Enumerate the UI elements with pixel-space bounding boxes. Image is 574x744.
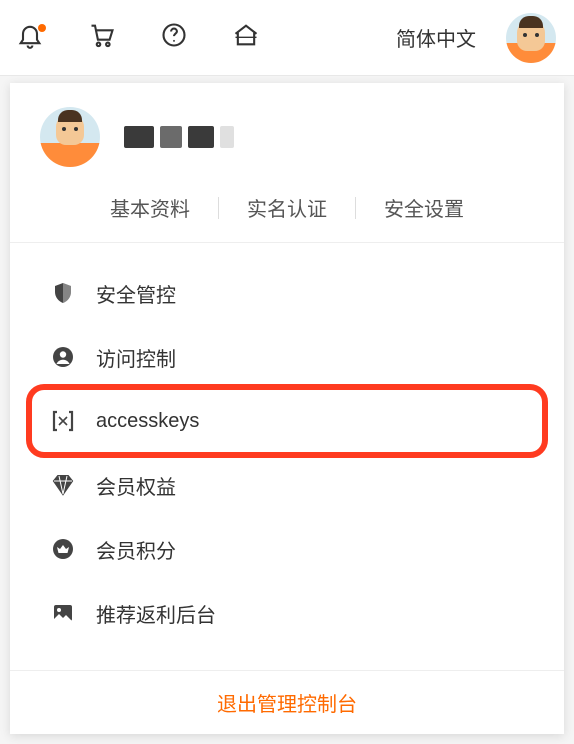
tab-security-settings[interactable]: 安全设置	[356, 193, 492, 222]
menu-item-security-control[interactable]: 安全管控	[10, 261, 564, 325]
menu-item-accesskeys[interactable]: accesskeys	[10, 389, 564, 453]
user-avatar-button[interactable]	[506, 13, 556, 63]
home-icon	[232, 21, 260, 54]
menu-item-label: 会员权益	[96, 471, 176, 500]
home-button[interactable]	[224, 16, 268, 60]
help-button[interactable]	[152, 16, 196, 60]
language-selector[interactable]: 简体中文	[396, 23, 476, 52]
username-masked	[124, 126, 234, 148]
menu-item-member-benefits[interactable]: 会员权益	[10, 453, 564, 517]
tab-real-name-auth[interactable]: 实名认证	[219, 193, 355, 222]
topbar: 简体中文	[0, 0, 574, 76]
cart-button[interactable]	[80, 16, 124, 60]
user-circle-icon	[50, 344, 76, 370]
menu-item-label: 访问控制	[96, 343, 176, 372]
diamond-icon	[50, 472, 76, 498]
menu-item-access-control[interactable]: 访问控制	[10, 325, 564, 389]
tab-basic-info[interactable]: 基本资料	[82, 193, 218, 222]
menu-item-member-points[interactable]: 会员积分	[10, 517, 564, 581]
avatar-face-icon	[56, 113, 84, 145]
image-icon	[50, 600, 76, 626]
profile-header: 基本资料 实名认证 安全设置	[10, 83, 564, 242]
help-icon	[160, 21, 188, 54]
key-brackets-icon	[50, 408, 76, 434]
avatar-face-icon	[517, 19, 545, 51]
crown-badge-icon	[50, 536, 76, 562]
menu-item-label: accesskeys	[96, 410, 199, 433]
profile-row	[40, 107, 534, 167]
profile-avatar[interactable]	[40, 107, 100, 167]
user-dropdown-panel: 基本资料 实名认证 安全设置 安全管控 访问控制 accesskeys	[10, 83, 564, 734]
notification-dot	[38, 24, 46, 32]
shield-icon	[50, 280, 76, 306]
logout-button[interactable]: 退出管理控制台	[10, 670, 564, 734]
menu-item-label: 会员积分	[96, 535, 176, 564]
menu-item-label: 推荐返利后台	[96, 599, 216, 628]
menu-list: 安全管控 访问控制 accesskeys 会员权益 会员积分	[10, 243, 564, 670]
menu-item-label: 安全管控	[96, 279, 176, 308]
notifications-button[interactable]	[8, 16, 52, 60]
profile-tabs: 基本资料 实名认证 安全设置	[40, 193, 534, 242]
cart-icon	[88, 21, 116, 54]
menu-item-referral-backend[interactable]: 推荐返利后台	[10, 581, 564, 645]
